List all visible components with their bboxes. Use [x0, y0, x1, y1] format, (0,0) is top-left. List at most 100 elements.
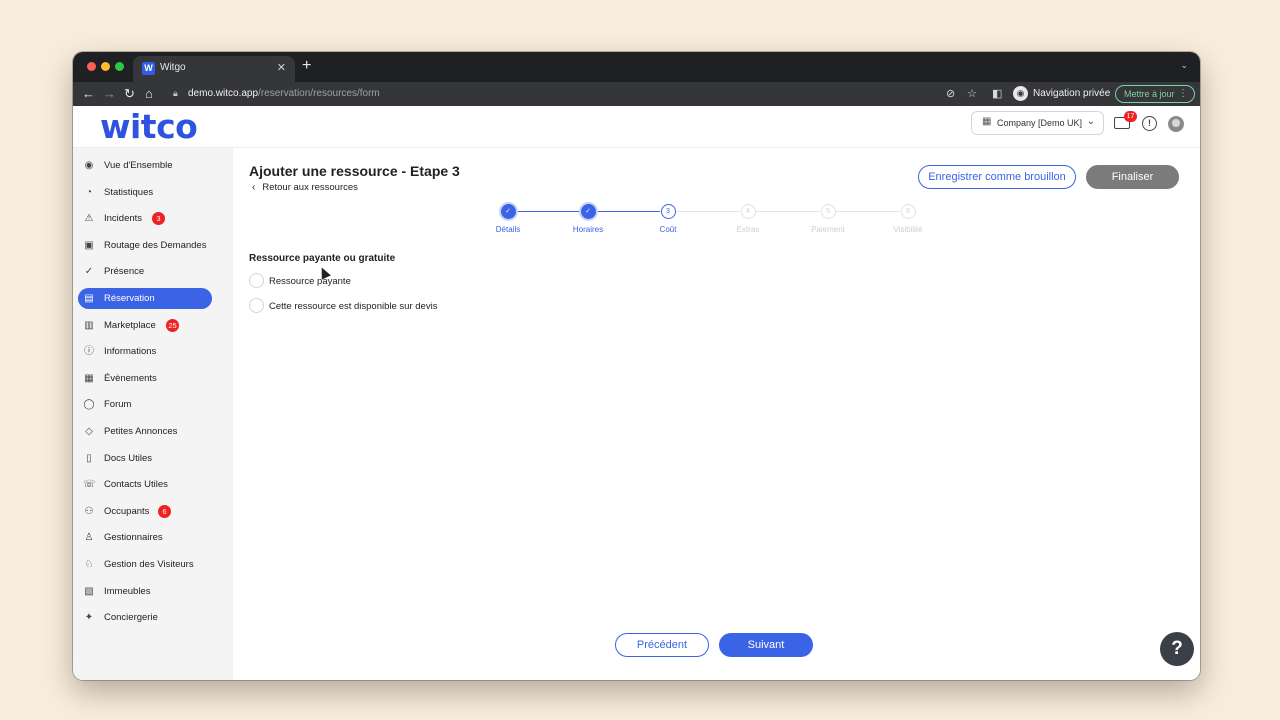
minimize-window-button[interactable] [101, 62, 110, 71]
sidebar-item[interactable]: ♙ Gestionnaires [78, 527, 212, 548]
building-icon: ▧ [84, 585, 94, 597]
radio-button[interactable] [249, 273, 264, 288]
home-icon[interactable]: ⌂ [145, 86, 153, 102]
forward-arrow-icon[interactable]: → [103, 86, 116, 102]
pie-chart-icon: ◔ [85, 186, 93, 198]
sidebar-item[interactable]: ▥ Marketplace 25 [78, 315, 212, 336]
sidebar-item[interactable]: ▣ Routage des Demandes [78, 235, 212, 256]
app-header: witco ▦ Company [Demo UK] ⌄ 17 ! [73, 106, 1200, 148]
mail-badge: 17 [1124, 111, 1137, 122]
step-label: Extras [736, 225, 760, 234]
visitor-icon: ♘ [84, 559, 94, 570]
radio-label: Ressource payante [269, 276, 351, 287]
back-arrow-icon[interactable]: ← [82, 86, 95, 102]
finalize-button[interactable]: Finaliser [1086, 165, 1179, 189]
sidebar-item[interactable]: ▧ Immeubles [78, 581, 212, 602]
stepper-connector [676, 211, 740, 212]
step-check-icon[interactable]: ✓ [580, 204, 596, 219]
browser-tab[interactable]: W Witgo ✕ [133, 56, 295, 82]
sidebar-item[interactable]: ▦ Évènements [78, 368, 212, 389]
close-window-button[interactable] [87, 62, 96, 71]
browser-window: W Witgo ✕ + ⌄ ← → ↻ ⌂ 🔒︎ demo.witco.app/… [73, 52, 1200, 680]
witco-favicon-icon: W [142, 62, 155, 75]
check-circle-icon: ✓ [84, 266, 94, 278]
sidebar-item-label: Petites Annonces [104, 426, 178, 437]
sidebar-item-label: Informations [104, 346, 157, 358]
sidebar-item[interactable]: ◯ Forum [78, 394, 212, 415]
reload-icon[interactable]: ↻ [124, 86, 135, 102]
sidebar-item[interactable]: ⚇ Occupants 6 [78, 501, 212, 522]
chevron-left-icon: ‹ [252, 182, 256, 193]
next-button[interactable]: Suivant [719, 633, 813, 657]
step-number[interactable]: 6 [900, 204, 916, 219]
company-selector[interactable]: ▦ Company [Demo UK] ⌄ [971, 111, 1104, 135]
user-avatar[interactable] [1168, 116, 1184, 132]
sidebar-item-label: Occupants [104, 505, 150, 517]
sidebar-item[interactable]: ◔ Statistiques [78, 182, 212, 203]
private-browsing-label: Navigation privée [1033, 88, 1111, 99]
previous-button[interactable]: Précédent [615, 633, 709, 657]
save-draft-button[interactable]: Enregistrer comme brouillon [918, 165, 1076, 189]
sidebar-item[interactable]: ✦ Conciergerie [78, 607, 212, 628]
sidebar-item[interactable]: ▤ Réservation [78, 288, 212, 309]
more-menu-icon: ⋮ [1178, 88, 1188, 99]
sidebar-item-label: Incidents [104, 213, 143, 225]
sidebar-item[interactable]: ⓘ Informations [78, 341, 212, 362]
url-field[interactable]: 🔒︎ demo.witco.app/reservation/resources/… [165, 85, 993, 103]
sidebar: ◉ Vue d'Ensemble ◔ Statistiques ⚠ Incidents 3 ▣… [73, 148, 233, 680]
routing-icon: ▣ [84, 239, 94, 251]
sidebar-item-label: Contacts Utiles [104, 479, 168, 491]
url-path: /reservation/resources/form [258, 88, 380, 99]
bookmark-star-icon[interactable]: ☆ [967, 87, 977, 100]
witco-logo[interactable]: witco [100, 107, 198, 146]
back-link-label: Retour aux ressources [262, 182, 358, 193]
close-tab-icon[interactable]: ✕ [277, 61, 286, 74]
tab-list-chevron-icon[interactable]: ⌄ [1180, 60, 1188, 71]
sidebar-item[interactable]: ♘ Gestion des Visiteurs [78, 554, 212, 575]
step-number[interactable]: 5 [820, 204, 836, 219]
url-text: demo.witco.app/reservation/resources/for… [188, 88, 380, 99]
tab-title: Witgo [160, 62, 186, 73]
stepper-connector [836, 211, 900, 212]
sidebar-item-label: Gestionnaires [104, 532, 163, 544]
stepper: ✓ Détails ✓ Horaires 3 Coût 4 Extras 5 Paiement 6 V… [473, 202, 953, 238]
sidebar-item-label: Présence [104, 266, 145, 278]
new-tab-icon[interactable]: + [302, 57, 311, 75]
update-button[interactable]: Mettre à jour ⋮ [1115, 85, 1195, 103]
step-number[interactable]: 3 [660, 204, 676, 219]
sidebar-item-badge: 6 [158, 504, 171, 518]
step-check-icon[interactable]: ✓ [500, 204, 516, 219]
sidebar-item-badge: 25 [166, 318, 179, 332]
sidebar-item-label: Vue d'Ensemble [104, 160, 173, 171]
info-circle-icon[interactable]: ! [1142, 116, 1157, 131]
step-label: Horaires [572, 225, 604, 234]
step-number[interactable]: 4 [740, 204, 756, 219]
sidebar-item[interactable]: ✓ Présence [78, 261, 212, 282]
side-panel-icon[interactable]: ◧ [992, 87, 1002, 100]
sidebar-item-label: Gestion des Visiteurs [104, 559, 194, 570]
sidebar-item[interactable]: ▯ Docs Utiles [78, 448, 212, 469]
tag-icon: ◇ [85, 426, 93, 437]
concierge-icon: ✦ [84, 612, 94, 624]
calendar-icon: ▤ [84, 293, 94, 304]
radio-label: Cette ressource est disponible sur devis [269, 301, 438, 312]
sidebar-item-label: Marketplace [104, 319, 156, 331]
sidebar-item[interactable]: ☏ Contacts Utiles [78, 474, 212, 495]
maximize-window-button[interactable] [115, 62, 124, 71]
sidebar-item[interactable]: ◉ Vue d'Ensemble [78, 155, 212, 176]
back-to-resources-link[interactable]: ‹ Retour aux ressources [252, 182, 358, 193]
sidebar-item[interactable]: ◇ Petites Annonces [78, 421, 212, 442]
eye-off-icon[interactable]: ⊘ [946, 87, 955, 100]
url-domain: demo.witco.app [188, 88, 259, 99]
step-label: Paiement [811, 225, 845, 234]
step-label: Coût [659, 225, 677, 234]
section-title: Ressource payante ou gratuite [249, 253, 396, 264]
help-button[interactable]: ? [1160, 632, 1194, 666]
warning-icon: ⚠ [84, 213, 94, 225]
eye-icon: ◉ [84, 160, 94, 171]
sidebar-item[interactable]: ⚠ Incidents 3 [78, 208, 212, 229]
radio-button[interactable] [249, 298, 264, 313]
sidebar-item-label: Réservation [104, 293, 155, 304]
main-content: Ajouter une ressource - Etape 3 ‹ Retour … [238, 156, 1190, 668]
sidebar-item-label: Forum [104, 399, 132, 411]
